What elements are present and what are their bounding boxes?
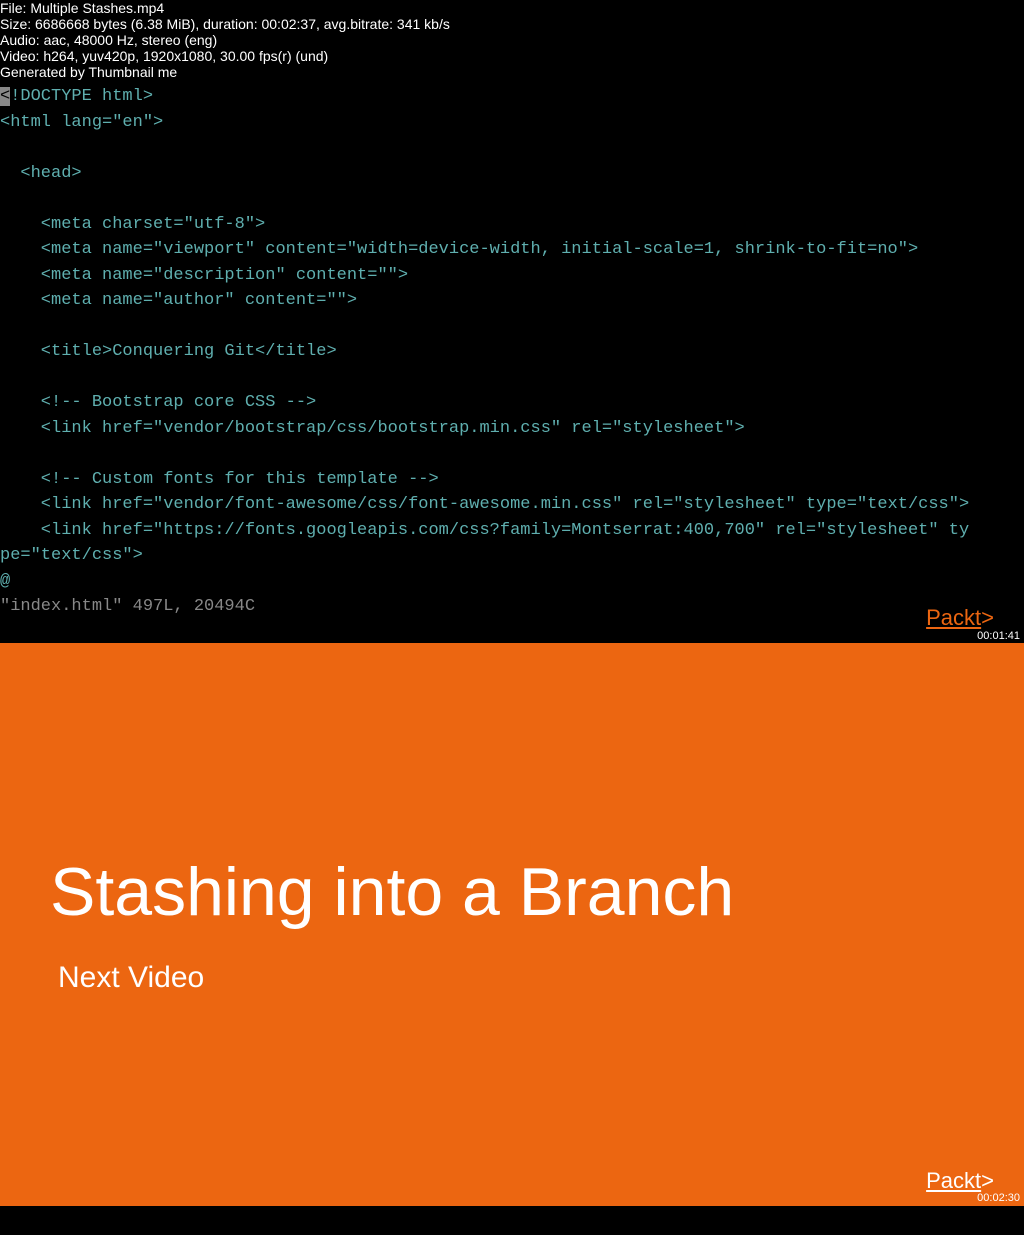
code-status-line: "index.html" 497L, 20494C — [0, 597, 255, 616]
code-line-2: <html lang="en"> — [0, 113, 163, 132]
thumbnail-frame-2: Stashing into a Branch Next Video Packt> — [0, 643, 1024, 1206]
meta-file: File: Multiple Stashes.mp4 — [0, 0, 1024, 16]
code-editor-content: <!DOCTYPE html> <html lang="en"> <head> … — [0, 80, 1024, 620]
frame2-timestamp: 00:02:30 — [977, 1192, 1020, 1204]
slide-subtitle: Next Video — [58, 961, 204, 995]
code-line-11: <title>Conquering Git</title> — [0, 342, 337, 361]
code-line-8: <meta name="description" content=""> — [0, 266, 408, 285]
code-line-4: <head> — [0, 164, 82, 183]
packt-logo: Packt> — [926, 605, 994, 631]
code-line-7: <meta name="viewport" content="width=dev… — [0, 240, 918, 259]
thumbnail-frame-1: <!DOCTYPE html> <html lang="en"> <head> … — [0, 80, 1024, 643]
code-line-13: <!-- Bootstrap core CSS --> — [0, 393, 316, 412]
meta-audio: Audio: aac, 48000 Hz, stereo (eng) — [0, 32, 1024, 48]
code-line-9: <meta name="author" content=""> — [0, 291, 357, 310]
code-at-symbol: @ — [0, 572, 10, 591]
code-line-18b: pe="text/css"> — [0, 546, 143, 565]
meta-size: Size: 6686668 bytes (6.38 MiB), duration… — [0, 16, 1024, 32]
code-line-18a: <link href="https://fonts.googleapis.com… — [0, 521, 969, 540]
cursor-highlight: < — [0, 87, 10, 106]
code-line-14: <link href="vendor/bootstrap/css/bootstr… — [0, 419, 745, 438]
packt-logo: Packt> — [926, 1168, 994, 1194]
code-line-1: !DOCTYPE html> — [10, 87, 153, 106]
frame1-timestamp: 00:01:41 — [977, 630, 1020, 642]
meta-video: Video: h264, yuv420p, 1920x1080, 30.00 f… — [0, 48, 1024, 64]
file-metadata: File: Multiple Stashes.mp4 Size: 6686668… — [0, 0, 1024, 80]
meta-generated: Generated by Thumbnail me — [0, 64, 1024, 80]
code-line-17: <link href="vendor/font-awesome/css/font… — [0, 495, 969, 514]
code-line-16: <!-- Custom fonts for this template --> — [0, 470, 439, 489]
code-line-6: <meta charset="utf-8"> — [0, 215, 265, 234]
slide-title: Stashing into a Branch — [50, 853, 734, 931]
